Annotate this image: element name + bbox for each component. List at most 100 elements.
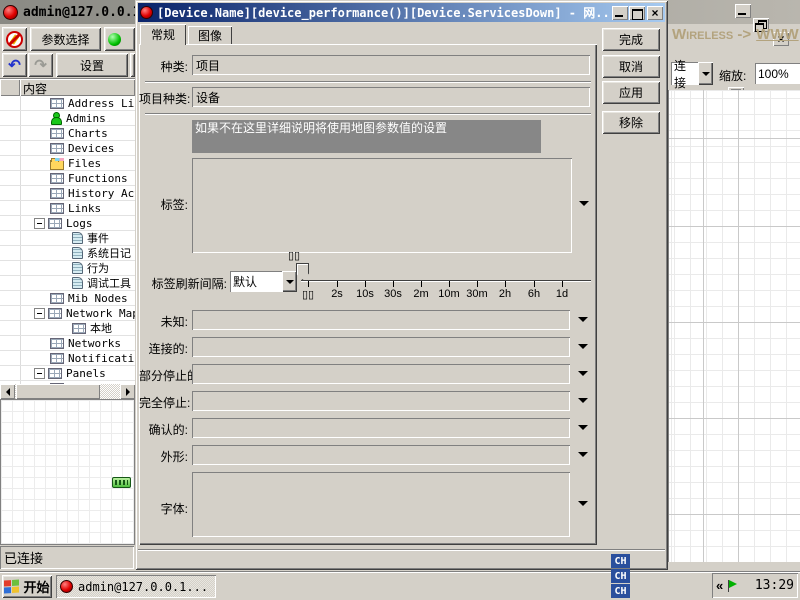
minimize-icon[interactable] [612, 6, 628, 20]
table-icon [50, 188, 64, 199]
param-select-button[interactable]: 参数选择 [30, 27, 101, 51]
chevron-down-icon[interactable] [578, 317, 588, 322]
minimap-panel[interactable] [0, 399, 135, 545]
full-down-field[interactable] [192, 391, 570, 411]
chevron-down-icon[interactable] [579, 201, 589, 206]
tree-item-networks[interactable]: Networks [0, 336, 135, 351]
collapse-icon[interactable] [34, 218, 45, 229]
refresh-slider-track[interactable] [301, 280, 591, 281]
tree-item-mib-nodes[interactable]: Mib Nodes [0, 291, 135, 306]
table-icon [48, 308, 62, 319]
tree-item-notifications[interactable]: Notificatio [0, 351, 135, 366]
divider [145, 113, 591, 115]
undo-button[interactable]: ↶ [2, 53, 27, 77]
statusbar: 已连接 [0, 546, 134, 569]
item-kind-field: 设备 [192, 87, 590, 107]
tree-item-address-list[interactable]: Address Lis [0, 96, 135, 111]
remove-button[interactable]: 移除 [602, 111, 660, 134]
chevron-down-icon[interactable] [578, 371, 588, 376]
connected-field[interactable] [192, 337, 570, 357]
shape-field[interactable] [192, 445, 570, 465]
tab-image[interactable]: 图像 [188, 26, 232, 45]
task-button-admin[interactable]: admin@127.0.0.1... [56, 575, 216, 598]
dialog-titlebar[interactable]: [Device.Name][device_performance()][Devi… [138, 3, 665, 22]
tree-item-syslog[interactable]: 系统日记 [0, 246, 135, 261]
settings-button[interactable]: 设置 [56, 53, 128, 77]
folder-icon [50, 160, 64, 170]
tree-rows: Address Lis Admins Charts Devices Files … [0, 96, 135, 384]
content-tree-panel: 内容 Address Lis Admins Charts Devices Fil… [0, 78, 135, 398]
scrollbar-thumb[interactable] [16, 384, 100, 399]
close-icon[interactable]: × [647, 6, 663, 20]
cancel-button[interactable]: 取消 [602, 55, 660, 78]
label-label: 标签: [139, 196, 188, 213]
chevron-down-icon[interactable] [578, 501, 588, 506]
table-icon [50, 293, 64, 304]
start-button[interactable]: 开始 [2, 575, 52, 598]
tree-item-charts[interactable]: Charts [0, 126, 135, 141]
disconnect-button[interactable] [2, 27, 27, 51]
zoom-input[interactable]: 100% [755, 63, 800, 84]
partial-down-field[interactable] [192, 364, 570, 384]
font-field[interactable] [192, 472, 570, 537]
log-scroll-icon [72, 232, 83, 244]
chevron-down-icon[interactable] [578, 452, 588, 457]
tree-item-functions[interactable]: Functions [0, 171, 135, 186]
refresh-interval-value: 默认 [230, 273, 282, 290]
scroll-right-icon[interactable] [120, 384, 135, 399]
task-button-label: admin@127.0.0.1... [78, 580, 208, 594]
full-down-label: 完全停止: [139, 394, 188, 411]
tab-general[interactable]: 常规 [140, 24, 186, 45]
tree-item-files[interactable]: Files [0, 156, 135, 171]
tree-header-content: 内容 [20, 79, 135, 96]
ime-indicator[interactable]: CH [611, 569, 630, 583]
refresh-interval-combobox[interactable]: 默认 [230, 271, 297, 292]
tree-item-panels[interactable]: Panels [0, 366, 135, 381]
chevron-down-icon[interactable] [578, 425, 588, 430]
tree-item-logs[interactable]: Logs [0, 216, 135, 231]
slider-tick: 1d [542, 288, 582, 300]
tray-chevron-icon[interactable]: « [716, 578, 723, 593]
ime-indicator[interactable]: CH [611, 554, 630, 568]
acked-field[interactable] [192, 418, 570, 438]
status-button[interactable] [104, 27, 135, 51]
apply-button[interactable]: 应用 [602, 81, 660, 104]
done-button[interactable]: 完成 [602, 28, 660, 51]
tree-header-spacer [0, 79, 20, 96]
unknown-field[interactable] [192, 310, 570, 330]
label-field[interactable] [192, 158, 572, 253]
tree-item-devices[interactable]: Devices [0, 141, 135, 156]
ime-indicator[interactable]: CH [611, 584, 630, 598]
collapse-icon[interactable] [34, 368, 45, 379]
chevron-down-icon[interactable] [698, 62, 713, 85]
redo-button[interactable]: ↷ [28, 53, 53, 77]
device-icon[interactable] [112, 477, 131, 488]
tree-hscrollbar[interactable] [0, 384, 135, 399]
collapse-icon[interactable] [34, 308, 45, 319]
chevron-down-icon[interactable] [578, 344, 588, 349]
chevron-down-icon[interactable] [578, 398, 588, 403]
tree-item-history[interactable]: History Act [0, 186, 135, 201]
map-grid-area[interactable] [668, 90, 800, 562]
tree-header: 内容 [0, 79, 135, 96]
tree-item-admins[interactable]: Admins [0, 111, 135, 126]
tree-item-network-map[interactable]: Network Map [0, 306, 135, 321]
dialog-icon [140, 6, 153, 19]
tree-item-links[interactable]: Links [0, 201, 135, 216]
scroll-left-icon[interactable] [0, 384, 15, 399]
tree-item-behavior[interactable]: 行为 [0, 261, 135, 276]
connect-combobox[interactable]: 连接 [671, 62, 713, 85]
tree-item-events[interactable]: 事件 [0, 231, 135, 246]
dialog-title: [Device.Name][device_performance()][Devi… [157, 4, 612, 21]
minimize-icon[interactable] [735, 4, 751, 18]
map-window-link[interactable]: WWW [756, 26, 798, 43]
maximize-icon[interactable] [629, 6, 645, 20]
green-flag-icon[interactable] [727, 580, 737, 592]
unknown-label: 未知: [139, 313, 188, 330]
slider-thumb-label: ▯▯ [288, 249, 300, 262]
tray-clock: 13:29 [755, 578, 794, 593]
tree-item-local[interactable]: 本地 [0, 321, 135, 336]
tree-item-debug[interactable]: 调试工具 [0, 276, 135, 291]
log-scroll-icon [72, 247, 83, 259]
refresh-slider-thumb[interactable] [296, 263, 309, 280]
